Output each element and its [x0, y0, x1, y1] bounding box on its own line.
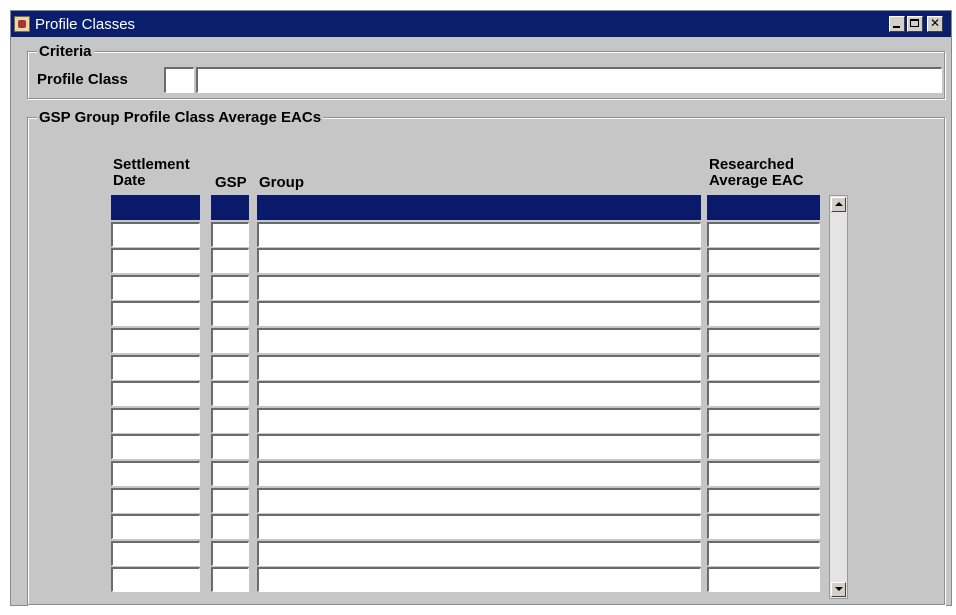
settlement-date-cell[interactable] [111, 541, 200, 566]
researched-eac-cell[interactable] [707, 275, 820, 300]
profile-class-code-field[interactable] [164, 67, 194, 93]
gsp-group-cell[interactable] [211, 381, 249, 406]
scroll-down-arrow-icon[interactable] [831, 582, 846, 597]
researched-eac-cell[interactable] [707, 195, 820, 220]
researched-eac-cell[interactable] [707, 248, 820, 273]
gsp-group-cell[interactable] [211, 541, 249, 566]
settlement-date-cell[interactable] [111, 301, 200, 326]
researched-average-eac-header: Researched Average EAC [709, 156, 804, 189]
gsp-group-eac-group-label: GSP Group Profile Class Average EACs [37, 109, 324, 126]
settlement-date-cell[interactable] [111, 328, 200, 353]
researched-eac-cell[interactable] [707, 461, 820, 486]
researched-eac-cell[interactable] [707, 355, 820, 380]
gsp-group-name-cell[interactable] [257, 328, 701, 353]
gsp-group-name-cell[interactable] [257, 488, 701, 513]
gsp-group-cell[interactable] [211, 195, 249, 220]
gsp-group-name-cell[interactable] [257, 461, 701, 486]
criteria-group-label: Criteria [37, 43, 94, 60]
gsp-group-cell[interactable] [211, 355, 249, 380]
settlement-date-cell[interactable] [111, 408, 200, 433]
close-button[interactable]: ✕ [927, 16, 943, 32]
gsp-group-header: GSP [215, 174, 247, 191]
settlement-date-cell[interactable] [111, 461, 200, 486]
settlement-date-cell[interactable] [111, 567, 200, 592]
gsp-group-name-cell[interactable] [257, 195, 701, 220]
researched-eac-cell[interactable] [707, 301, 820, 326]
gsp-group-name-cell[interactable] [257, 275, 701, 300]
title-bar[interactable]: Profile Classes ✕ [11, 11, 951, 37]
settlement-date-cell[interactable] [111, 488, 200, 513]
gsp-group-cell[interactable] [211, 408, 249, 433]
gsp-group-name-cell[interactable] [257, 541, 701, 566]
settlement-date-cell[interactable] [111, 381, 200, 406]
gsp-group-cell[interactable] [211, 301, 249, 326]
settlement-date-cell[interactable] [111, 248, 200, 273]
settlement-date-cell[interactable] [111, 514, 200, 539]
minimize-button[interactable] [889, 16, 905, 32]
researched-eac-cell[interactable] [707, 514, 820, 539]
scroll-up-arrow-icon[interactable] [831, 197, 846, 212]
maximize-button[interactable] [907, 16, 923, 32]
researched-eac-cell[interactable] [707, 328, 820, 353]
settlement-date-cell[interactable] [111, 275, 200, 300]
gsp-group-cell[interactable] [211, 275, 249, 300]
researched-eac-cell[interactable] [707, 541, 820, 566]
gsp-group-name-cell[interactable] [257, 222, 701, 247]
gsp-group-name-header: Group [259, 174, 304, 191]
settlement-date-cell[interactable] [111, 222, 200, 247]
gsp-group-cell[interactable] [211, 434, 249, 459]
table-scrollbar[interactable] [829, 195, 848, 599]
gsp-group-cell[interactable] [211, 248, 249, 273]
gsp-group-cell[interactable] [211, 461, 249, 486]
gsp-group-name-cell[interactable] [257, 301, 701, 326]
gsp-group-name-cell[interactable] [257, 355, 701, 380]
researched-eac-cell[interactable] [707, 408, 820, 433]
settlement-date-cell[interactable] [111, 434, 200, 459]
gsp-group-name-cell[interactable] [257, 381, 701, 406]
gsp-group-name-cell[interactable] [257, 514, 701, 539]
settlement-date-cell[interactable] [111, 195, 200, 220]
gsp-group-cell[interactable] [211, 488, 249, 513]
researched-eac-cell[interactable] [707, 434, 820, 459]
gsp-group-name-cell[interactable] [257, 567, 701, 592]
gsp-group-cell[interactable] [211, 567, 249, 592]
settlement-date-cell[interactable] [111, 355, 200, 380]
gsp-group-cell[interactable] [211, 328, 249, 353]
researched-eac-cell[interactable] [707, 381, 820, 406]
app-icon [14, 16, 30, 32]
gsp-group-name-cell[interactable] [257, 434, 701, 459]
gsp-group-name-cell[interactable] [257, 408, 701, 433]
gsp-group-cell[interactable] [211, 222, 249, 247]
profile-class-label: Profile Class [37, 71, 128, 88]
researched-eac-cell[interactable] [707, 567, 820, 592]
settlement-date-header: Settlement Date [113, 156, 190, 189]
window-title: Profile Classes [35, 16, 136, 33]
gsp-group-cell[interactable] [211, 514, 249, 539]
gsp-group-name-cell[interactable] [257, 248, 701, 273]
profile-classes-window: Profile Classes ✕ Criteria Profile Class… [10, 10, 952, 606]
researched-eac-cell[interactable] [707, 222, 820, 247]
profile-class-description-field[interactable] [196, 67, 942, 93]
researched-eac-cell[interactable] [707, 488, 820, 513]
